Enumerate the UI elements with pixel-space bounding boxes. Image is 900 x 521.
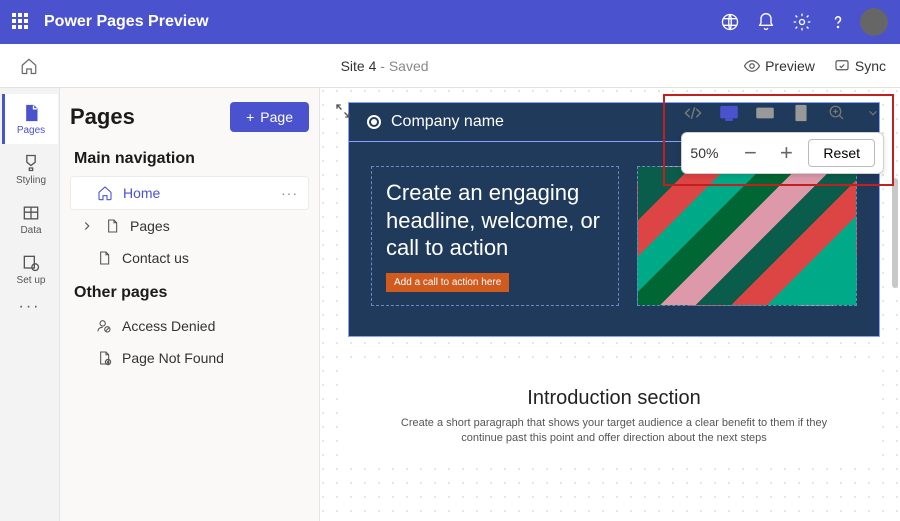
more-icon[interactable]: ··· <box>281 185 298 201</box>
rail-setup[interactable]: Set up <box>2 244 58 294</box>
expand-icon[interactable] <box>334 102 352 125</box>
sync-label: Sync <box>855 58 886 74</box>
zoom-out-button[interactable]: − <box>736 139 764 167</box>
sub-header: Site 4 - Saved Preview Sync <box>0 44 900 88</box>
zoom-value: 50% <box>690 145 728 161</box>
radio-icon <box>367 115 381 129</box>
nav-pages[interactable]: Pages <box>70 210 309 242</box>
nav-access-denied[interactable]: Access Denied <box>70 310 309 342</box>
device-toolbar <box>681 102 884 124</box>
mobile-icon[interactable] <box>790 102 812 124</box>
save-state: - Saved <box>376 58 428 74</box>
gear-icon[interactable] <box>784 4 820 40</box>
intro-section[interactable]: Introduction section Create a short para… <box>348 367 880 467</box>
nav-label: Contact us <box>122 250 189 266</box>
rail-data[interactable]: Data <box>2 194 58 244</box>
avatar[interactable] <box>860 8 888 36</box>
preview-button[interactable]: Preview <box>743 57 815 75</box>
section-main-nav: Main navigation <box>74 150 309 168</box>
nav-label: Page Not Found <box>122 350 224 366</box>
person-denied-icon <box>96 318 112 334</box>
desktop-icon[interactable] <box>718 102 740 124</box>
zoom-reset-button[interactable]: Reset <box>808 139 875 167</box>
nav-label: Home <box>123 185 160 201</box>
section-other: Other pages <box>74 284 309 302</box>
page-icon <box>96 250 112 266</box>
nav-not-found[interactable]: Page Not Found <box>70 342 309 374</box>
sync-button[interactable]: Sync <box>833 57 886 75</box>
canvas: Company name Create an engaging headline… <box>320 88 900 521</box>
code-icon[interactable] <box>682 102 704 124</box>
page-icon <box>104 218 120 234</box>
intro-title: Introduction section <box>388 387 840 410</box>
cta-button[interactable]: Add a call to action here <box>386 273 509 292</box>
company-name: Company name <box>391 113 504 131</box>
page-error-icon <box>96 350 112 366</box>
rail-label: Pages <box>17 125 45 136</box>
hero-text[interactable]: Create an engaging headline, welcome, or… <box>371 166 619 306</box>
rail-more-icon[interactable]: ··· <box>19 298 41 316</box>
pages-panel: Pages + Page Main navigation Home ··· Pag… <box>60 88 320 521</box>
chevron-down-icon[interactable] <box>862 102 884 124</box>
nav-contact[interactable]: Contact us <box>70 242 309 274</box>
app-header: Power Pages Preview <box>0 0 900 44</box>
rail-pages[interactable]: Pages <box>2 94 58 144</box>
app-launcher-icon[interactable] <box>12 13 30 31</box>
site-status: Site 4 - Saved <box>44 58 725 74</box>
zoom-control: 50% − + Reset <box>681 132 884 174</box>
rail-label: Styling <box>16 175 46 186</box>
left-rail: Pages Styling Data Set up ··· <box>0 88 60 521</box>
preview-label: Preview <box>765 58 815 74</box>
bell-icon[interactable] <box>748 4 784 40</box>
zoom-icon[interactable] <box>826 102 848 124</box>
plus-icon: + <box>246 109 254 125</box>
main-area: Pages Styling Data Set up ··· Pages +Pag… <box>0 88 900 521</box>
home-icon[interactable] <box>14 57 44 75</box>
add-page-button[interactable]: + Page <box>230 102 309 132</box>
zoom-toolbar-highlight: 50% − + Reset <box>663 94 894 186</box>
rail-label: Data <box>20 225 41 236</box>
nav-home[interactable]: Home ··· <box>70 176 309 210</box>
support-icon[interactable] <box>712 4 748 40</box>
app-title: Power Pages Preview <box>44 13 209 31</box>
hero-headline: Create an engaging headline, welcome, or… <box>386 179 604 262</box>
nav-label: Pages <box>130 218 170 234</box>
zoom-in-button[interactable]: + <box>772 139 800 167</box>
scrollbar[interactable] <box>892 178 898 288</box>
rail-styling[interactable]: Styling <box>2 144 58 194</box>
panel-heading: Pages <box>70 104 135 130</box>
help-icon[interactable] <box>820 4 856 40</box>
rail-label: Set up <box>17 275 46 286</box>
site-name: Site 4 <box>341 58 377 74</box>
add-page-label: Page <box>260 109 293 125</box>
intro-body: Create a short paragraph that shows your… <box>388 416 840 447</box>
nav-label: Access Denied <box>122 318 215 334</box>
hero-image[interactable] <box>637 166 857 306</box>
chevron-right-icon <box>80 219 94 233</box>
tablet-landscape-icon[interactable] <box>754 102 776 124</box>
